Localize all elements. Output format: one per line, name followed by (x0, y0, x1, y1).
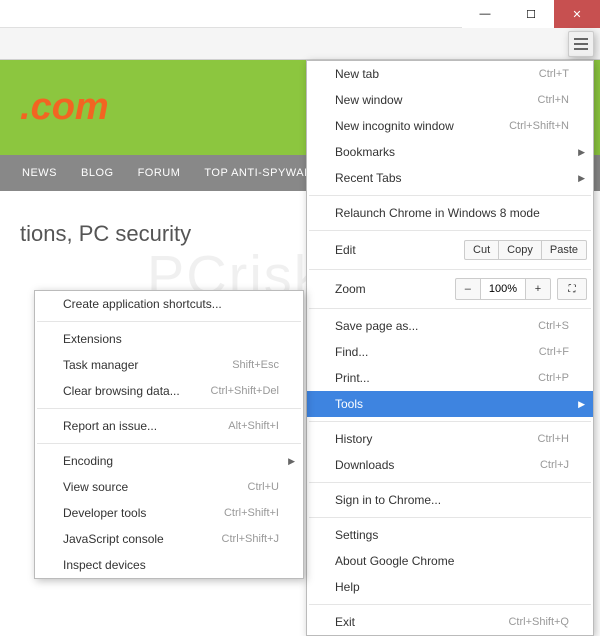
edit-paste-button[interactable]: Paste (542, 240, 587, 260)
menu-help[interactable]: Help (307, 574, 593, 600)
menu-signin[interactable]: Sign in to Chrome... (307, 487, 593, 513)
menu-bookmarks[interactable]: Bookmarks▶ (307, 139, 593, 165)
submenu-developer-tools[interactable]: Developer toolsCtrl+Shift+I (35, 500, 303, 526)
menu-separator (37, 408, 301, 409)
menu-downloads[interactable]: DownloadsCtrl+J (307, 452, 593, 478)
menu-exit[interactable]: ExitCtrl+Shift+Q (307, 609, 593, 635)
menu-find[interactable]: Find...Ctrl+F (307, 339, 593, 365)
menu-edit-row: Edit Cut Copy Paste (307, 235, 593, 265)
menu-separator (309, 308, 591, 309)
chevron-right-icon: ▶ (578, 173, 585, 184)
menu-about[interactable]: About Google Chrome (307, 548, 593, 574)
menu-recent-tabs[interactable]: Recent Tabs▶ (307, 165, 593, 191)
menu-new-window[interactable]: New windowCtrl+N (307, 87, 593, 113)
menu-zoom-row: Zoom – 100% + ⛶ (307, 274, 593, 304)
chevron-right-icon: ▶ (288, 456, 295, 467)
window-maximize-button[interactable]: ☐ (508, 0, 554, 28)
menu-separator (309, 421, 591, 422)
menu-zoom-label: Zoom (335, 282, 455, 296)
menu-new-incognito[interactable]: New incognito windowCtrl+Shift+N (307, 113, 593, 139)
nav-news[interactable]: NEWS (10, 167, 69, 179)
menu-history[interactable]: HistoryCtrl+H (307, 426, 593, 452)
menu-relaunch-win8[interactable]: Relaunch Chrome in Windows 8 mode (307, 200, 593, 226)
submenu-view-source[interactable]: View sourceCtrl+U (35, 474, 303, 500)
submenu-report-issue[interactable]: Report an issue...Alt+Shift+I (35, 413, 303, 439)
menu-separator (309, 604, 591, 605)
submenu-task-manager[interactable]: Task managerShift+Esc (35, 352, 303, 378)
tools-submenu: Create application shortcuts... Extensio… (34, 290, 304, 579)
zoom-out-button[interactable]: – (455, 278, 481, 300)
menu-separator (37, 321, 301, 322)
edit-copy-button[interactable]: Copy (499, 240, 542, 260)
nav-blog[interactable]: BLOG (69, 167, 126, 179)
chevron-right-icon: ▶ (578, 147, 585, 158)
window-minimize-button[interactable]: — (462, 0, 508, 28)
menu-print[interactable]: Print...Ctrl+P (307, 365, 593, 391)
menu-settings[interactable]: Settings (307, 522, 593, 548)
submenu-javascript-console[interactable]: JavaScript consoleCtrl+Shift+J (35, 526, 303, 552)
menu-new-tab[interactable]: New tabCtrl+T (307, 61, 593, 87)
window-titlebar: — ☐ ✕ (0, 0, 600, 28)
menu-separator (309, 230, 591, 231)
browser-toolbar: ☆ (0, 28, 600, 60)
menu-separator (309, 517, 591, 518)
window-close-button[interactable]: ✕ (554, 0, 600, 28)
menu-separator (309, 195, 591, 196)
chrome-menu-button[interactable] (568, 31, 594, 57)
hamburger-icon (574, 38, 588, 50)
menu-separator (37, 443, 301, 444)
menu-separator (309, 269, 591, 270)
menu-save-page[interactable]: Save page as...Ctrl+S (307, 313, 593, 339)
menu-tools[interactable]: Tools▶ (307, 391, 593, 417)
submenu-encoding[interactable]: Encoding▶ (35, 448, 303, 474)
zoom-in-button[interactable]: + (525, 278, 551, 300)
fullscreen-button[interactable]: ⛶ (557, 278, 587, 300)
edit-cut-button[interactable]: Cut (464, 240, 499, 260)
submenu-inspect-devices[interactable]: Inspect devices (35, 552, 303, 578)
menu-edit-label: Edit (335, 243, 464, 257)
menu-separator (309, 482, 591, 483)
site-logo: .com (20, 86, 109, 129)
zoom-value: 100% (481, 278, 525, 300)
submenu-create-shortcuts[interactable]: Create application shortcuts... (35, 291, 303, 317)
chevron-right-icon: ▶ (578, 399, 585, 410)
nav-forum[interactable]: FORUM (126, 167, 193, 179)
submenu-clear-browsing-data[interactable]: Clear browsing data...Ctrl+Shift+Del (35, 378, 303, 404)
submenu-extensions[interactable]: Extensions (35, 326, 303, 352)
